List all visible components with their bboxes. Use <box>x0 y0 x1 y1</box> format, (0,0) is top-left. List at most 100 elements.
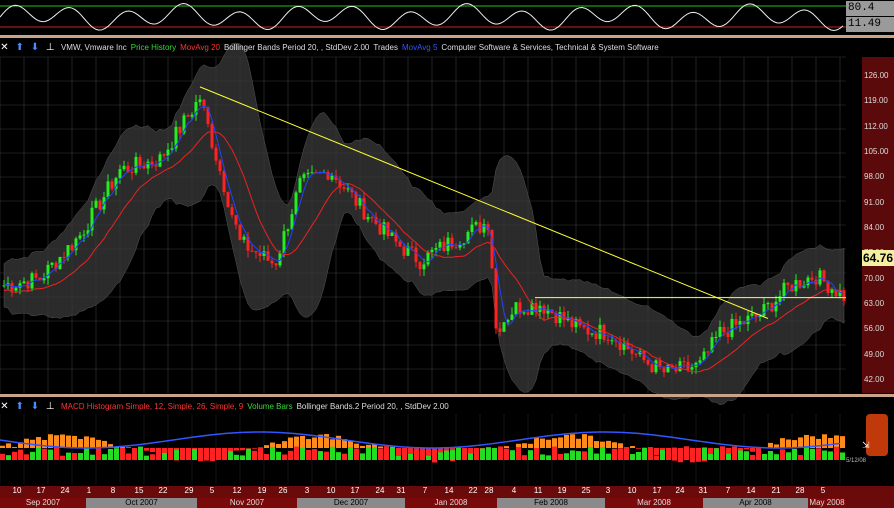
volume-bar <box>426 455 431 460</box>
volume-bar <box>312 449 317 460</box>
candle-body <box>418 261 422 270</box>
month-label: Apr 2008 <box>703 498 808 508</box>
volume-bar <box>486 447 491 460</box>
macd-histogram-bar <box>72 435 77 448</box>
date-tick-label: 10 <box>326 486 336 495</box>
macd-histogram-bar <box>378 446 383 448</box>
date-tick-label: 24 <box>60 486 70 495</box>
legend-entry[interactable]: Volume Bars <box>247 402 292 411</box>
macd-histogram-bar <box>264 445 269 448</box>
volume-bar <box>168 455 173 460</box>
candle-body <box>198 99 202 103</box>
month-label: Dec 2007 <box>297 498 405 508</box>
candle-body <box>242 236 246 240</box>
macd-histogram-bar <box>600 441 605 448</box>
macd-histogram-bar <box>396 448 401 457</box>
legend-entry[interactable]: Bollinger Bands.2 Period 20, , StdDev 2.… <box>297 402 449 411</box>
readout-bottom: 11.49 <box>846 17 894 32</box>
macd-histogram-bar <box>144 448 149 451</box>
macd-histogram-bar <box>36 437 41 448</box>
candle-body <box>366 217 370 220</box>
volume-bar <box>528 450 533 460</box>
candle-body <box>590 333 594 335</box>
macd-histogram-bar <box>504 446 509 448</box>
volume-bar <box>828 451 833 460</box>
macd-histogram-bar <box>294 436 299 448</box>
macd-histogram-bar <box>552 438 557 448</box>
date-tick-label: 22 <box>468 486 478 495</box>
arrow-down-icon[interactable]: ⬇ <box>30 43 39 53</box>
candle-body <box>94 200 98 208</box>
volume-bar <box>204 449 209 460</box>
legend-entry[interactable]: VMW, Vmware Inc <box>61 43 127 52</box>
close-icon[interactable]: ✕ <box>0 402 9 412</box>
legend-entry[interactable]: Computer Software & Services, Technical … <box>441 43 658 52</box>
volume-bar <box>408 453 413 460</box>
volume-bar <box>300 447 305 460</box>
volume-bar <box>156 448 161 460</box>
candle-body <box>714 337 718 339</box>
candle-body <box>426 251 430 265</box>
date-tick-label: 7 <box>422 486 428 495</box>
legend-entry[interactable]: Price History <box>131 43 176 52</box>
macd-histogram-bar <box>546 439 551 448</box>
volume-bar <box>150 454 155 460</box>
macd-histogram-bar <box>582 434 587 448</box>
macd-histogram-bar <box>306 439 311 448</box>
volume-bar <box>126 453 131 460</box>
volume-bar <box>840 452 845 460</box>
volume-bar <box>78 453 83 460</box>
macd-histogram-bar <box>60 434 65 448</box>
candle-body <box>222 170 226 192</box>
volume-bar <box>648 447 653 460</box>
volume-bar <box>132 451 137 460</box>
month-label: Sep 2007 <box>0 498 86 508</box>
legend-entry[interactable]: Bollinger Bands Period 20, , StdDev 2.00 <box>224 43 369 52</box>
legend-entry[interactable]: MovAvg 5 <box>402 43 437 52</box>
macd-histogram-bar <box>834 435 839 448</box>
macd-histogram-bar <box>96 439 101 448</box>
macd-histogram-bar <box>12 447 17 448</box>
volume-bar <box>360 453 365 460</box>
arrow-up-icon[interactable]: ⬆ <box>15 43 24 53</box>
arrow-down-icon[interactable]: ⬇ <box>30 402 39 412</box>
candle-body <box>110 181 114 189</box>
volume-bar <box>822 450 827 460</box>
volume-bar <box>570 450 575 460</box>
month-label: Feb 2008 <box>497 498 605 508</box>
volume-bar <box>18 449 23 460</box>
legend-entry[interactable]: MovAvg 20 <box>180 43 220 52</box>
macd-histogram-bar <box>606 440 611 448</box>
candle-body <box>778 296 782 302</box>
macd-histogram-bar <box>276 444 281 448</box>
pin-icon[interactable]: ⊥ <box>46 402 55 412</box>
candle-body <box>238 224 242 240</box>
candle-body <box>390 232 394 237</box>
legend-entry[interactable]: MACD Histogram Simple, 12, Simple, 26, S… <box>61 402 243 411</box>
date-tick-label: 17 <box>36 486 46 495</box>
volume-bar <box>222 448 227 460</box>
macd-histogram-bar <box>330 439 335 448</box>
legend-entry[interactable]: Trades <box>373 43 398 52</box>
candle-body <box>330 175 334 180</box>
volume-bar <box>84 448 89 460</box>
arrow-up-icon[interactable]: ⬆ <box>15 402 24 412</box>
date-tick-label: 24 <box>375 486 385 495</box>
price-tick-label: 49.00 <box>864 349 885 359</box>
macd-histogram-bar <box>90 437 95 448</box>
price-tick-label: 112.00 <box>864 121 888 131</box>
price-tick-label: 98.00 <box>864 172 885 182</box>
close-icon[interactable]: ✕ <box>0 43 9 53</box>
scroll-end-icon[interactable]: ⇲ <box>862 440 878 454</box>
candle-body <box>122 165 126 170</box>
candle-body <box>234 215 238 225</box>
volume-bar <box>234 454 239 460</box>
pin-icon[interactable]: ⊥ <box>46 43 55 53</box>
candle-body <box>494 268 498 329</box>
month-label: Oct 2007 <box>86 498 197 508</box>
volume-bar <box>726 453 731 460</box>
volume-bar <box>762 453 767 460</box>
macd-histogram-bar <box>408 448 413 454</box>
volume-bar <box>336 452 341 460</box>
macd-histogram-bar <box>840 436 845 448</box>
